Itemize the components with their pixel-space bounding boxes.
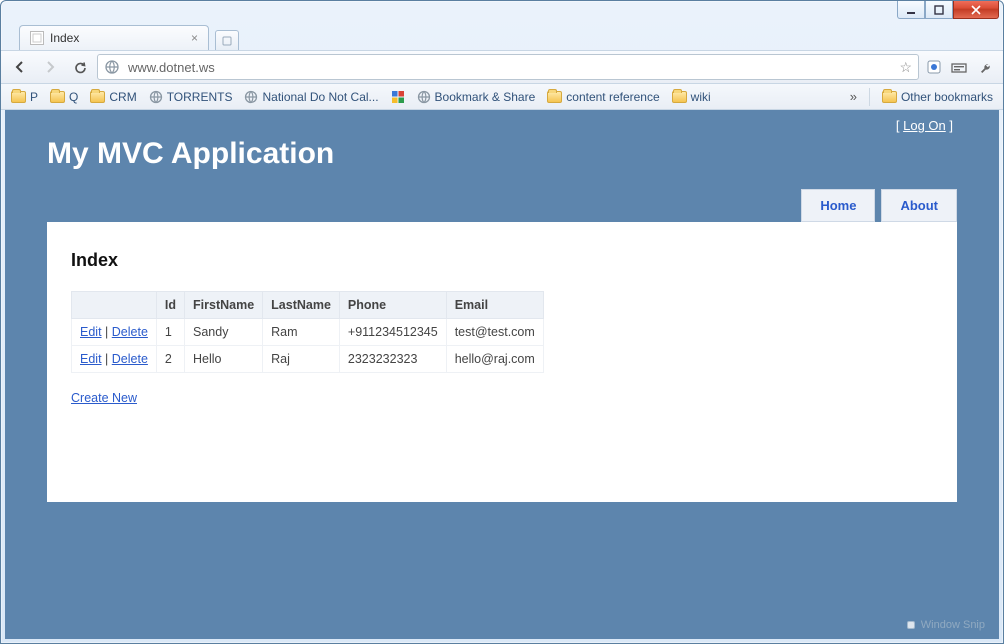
create-new-link[interactable]: Create New	[71, 391, 137, 405]
globe-icon	[417, 90, 431, 104]
bookmark-star-icon[interactable]: ☆	[899, 59, 912, 76]
bookmarks-overflow-icon[interactable]: »	[846, 89, 861, 104]
window-maximize-button[interactable]	[925, 1, 953, 19]
edit-link[interactable]: Edit	[80, 352, 102, 366]
content-panel: Index Id FirstName LastName Phone Email	[47, 222, 957, 502]
page-action-icon[interactable]	[949, 56, 971, 78]
window-close-button[interactable]	[953, 1, 999, 19]
bookmark-item[interactable]: Bookmark & Share	[413, 88, 540, 106]
cell-email: test@test.com	[446, 319, 543, 346]
wrench-menu-icon[interactable]	[975, 56, 997, 78]
browser-tab-title: Index	[50, 31, 79, 45]
nav-tabs: Home About	[47, 189, 957, 222]
folder-icon	[672, 91, 687, 103]
bookmark-label: TORRENTS	[167, 90, 233, 104]
folder-icon	[882, 91, 897, 103]
bookmark-item[interactable]: TORRENTS	[145, 88, 237, 106]
bookmark-item[interactable]: content reference	[543, 88, 663, 106]
bookmark-item[interactable]: Q	[46, 88, 82, 106]
globe-icon	[104, 59, 120, 75]
cell-last: Ram	[263, 319, 340, 346]
cell-last: Raj	[263, 346, 340, 373]
logon-link[interactable]: Log On	[903, 118, 946, 133]
cell-phone: +911234512345	[339, 319, 446, 346]
cell-phone: 2323232323	[339, 346, 446, 373]
app-title: My MVC Application	[47, 137, 957, 171]
col-id: Id	[156, 292, 184, 319]
browser-tab-active[interactable]: Index ×	[19, 25, 209, 50]
folder-icon	[547, 91, 562, 103]
cell-email: hello@raj.com	[446, 346, 543, 373]
logon-suffix: ]	[946, 118, 953, 133]
col-firstname: FirstName	[185, 292, 263, 319]
nav-about[interactable]: About	[881, 189, 957, 222]
cell-first: Hello	[185, 346, 263, 373]
table-row: Edit | Delete 1 Sandy Ram +911234512345 …	[72, 319, 544, 346]
bookmark-label: content reference	[566, 90, 659, 104]
divider	[869, 88, 870, 106]
bookmark-label: CRM	[109, 90, 136, 104]
edit-link[interactable]: Edit	[80, 325, 102, 339]
page-favicon	[30, 31, 44, 45]
forward-button[interactable]	[37, 54, 63, 80]
bookmark-label: Bookmark & Share	[435, 90, 536, 104]
col-email: Email	[446, 292, 543, 319]
cell-id: 2	[156, 346, 184, 373]
watermark-icon	[907, 621, 915, 629]
table-header-row: Id FirstName LastName Phone Email	[72, 292, 544, 319]
bookmark-label: Other bookmarks	[901, 90, 993, 104]
google-icon	[391, 90, 405, 104]
address-bar[interactable]: ☆	[97, 54, 919, 80]
data-grid: Id FirstName LastName Phone Email Edit |	[71, 291, 544, 373]
col-lastname: LastName	[263, 292, 340, 319]
bookmark-label: Q	[69, 90, 78, 104]
cell-id: 1	[156, 319, 184, 346]
window-minimize-button[interactable]	[897, 1, 925, 19]
bookmark-item[interactable]	[387, 88, 409, 106]
watermark: Window Snip	[907, 619, 985, 631]
tab-close-icon[interactable]: ×	[189, 31, 200, 45]
folder-icon	[90, 91, 105, 103]
col-phone: Phone	[339, 292, 446, 319]
other-bookmarks[interactable]: Other bookmarks	[878, 88, 997, 106]
address-input[interactable]	[126, 59, 893, 76]
nav-home[interactable]: Home	[801, 189, 875, 222]
globe-icon	[149, 90, 163, 104]
bookmark-item[interactable]: National Do Not Cal...	[240, 88, 382, 106]
bookmark-item[interactable]: P	[7, 88, 42, 106]
bookmark-item[interactable]: CRM	[86, 88, 140, 106]
watermark-text: Window Snip	[921, 619, 985, 631]
bookmark-label: wiki	[691, 90, 711, 104]
browser-tabstrip: Index ×	[1, 23, 1003, 50]
col-actions	[72, 292, 157, 319]
table-row: Edit | Delete 2 Hello Raj 2323232323 hel…	[72, 346, 544, 373]
bookmarks-bar: P Q CRM TORRENTS National Do Not Cal... …	[1, 84, 1003, 110]
logon-bar: [ Log On ]	[47, 110, 957, 133]
reload-button[interactable]	[67, 54, 93, 80]
delete-link[interactable]: Delete	[112, 352, 148, 366]
bookmark-item[interactable]: wiki	[668, 88, 715, 106]
page-heading: Index	[71, 250, 933, 271]
bookmark-label: National Do Not Cal...	[262, 90, 378, 104]
delete-link[interactable]: Delete	[112, 325, 148, 339]
globe-icon	[244, 90, 258, 104]
extension-icon[interactable]	[923, 56, 945, 78]
bookmark-label: P	[30, 90, 38, 104]
window-titlebar	[1, 1, 1003, 23]
back-button[interactable]	[7, 54, 33, 80]
folder-icon	[11, 91, 26, 103]
cell-first: Sandy	[185, 319, 263, 346]
folder-icon	[50, 91, 65, 103]
new-tab-button[interactable]	[215, 30, 239, 50]
browser-toolbar: ☆	[1, 50, 1003, 84]
page-viewport: [ Log On ] My MVC Application Home About…	[5, 110, 999, 639]
